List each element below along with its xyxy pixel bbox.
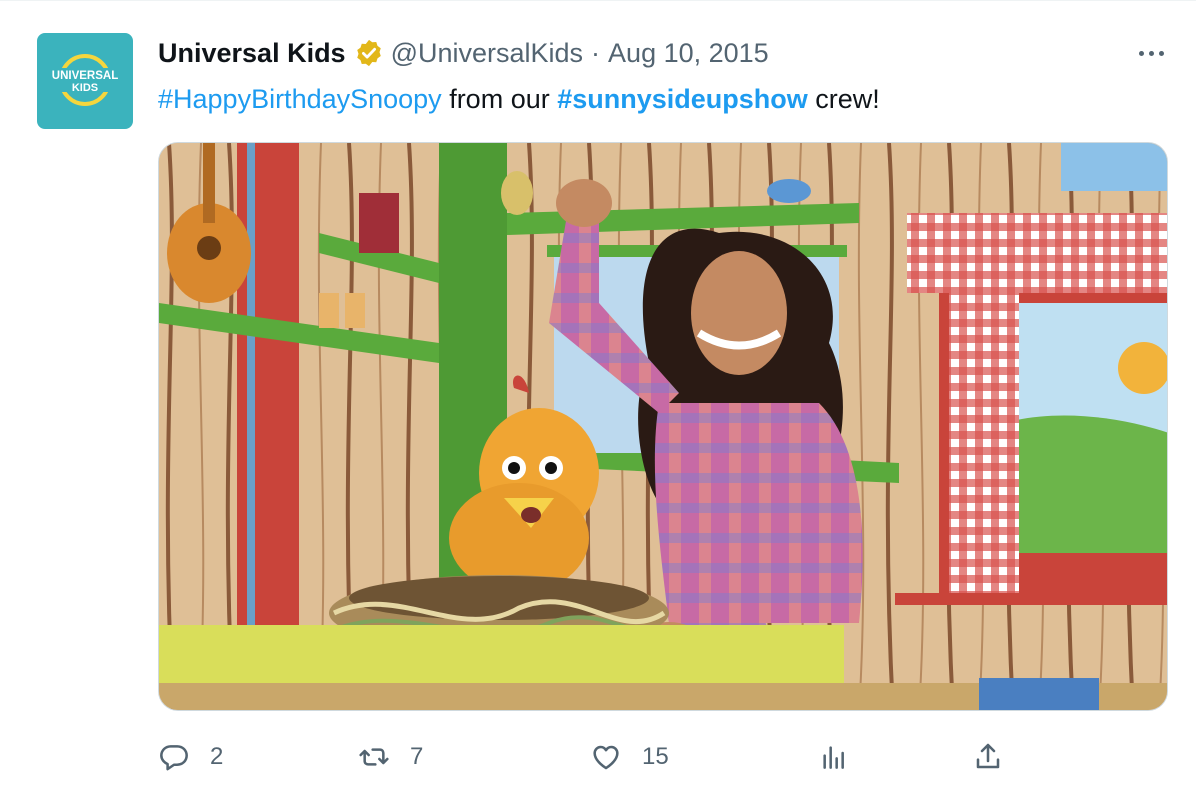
hashtag-link[interactable]: #HappyBirthdaySnoopy — [158, 84, 442, 114]
tweet-text-segment: from our — [441, 84, 558, 114]
author-name[interactable]: Universal Kids — [158, 38, 346, 69]
reply-button[interactable]: 2 — [158, 733, 223, 781]
like-button[interactable]: 15 — [590, 733, 669, 781]
reply-icon — [160, 745, 188, 771]
avatar-text-1: UNIVERSAL — [52, 70, 118, 82]
verified-icon[interactable] — [354, 38, 384, 68]
media-illustration — [159, 143, 1167, 710]
avatar[interactable]: UNIVERSAL KIDS — [37, 33, 133, 129]
like-icon — [593, 745, 619, 770]
tweet-actions: 2 7 15 — [158, 733, 1058, 781]
retweet-button[interactable]: 7 — [358, 733, 423, 781]
retweet-icon — [359, 748, 389, 766]
avatar-text-2: KIDS — [72, 82, 98, 94]
tweet-text-segment: crew! — [807, 84, 880, 114]
hashtag-link[interactable]: #sunnysideupshow — [557, 84, 808, 114]
share-button[interactable] — [972, 733, 1004, 781]
author-handle[interactable]: @UniversalKids — [391, 38, 583, 69]
tweet-media-image[interactable] — [158, 142, 1168, 711]
separator-dot: · — [591, 37, 601, 68]
tweet-header: Universal Kids @UniversalKids · Aug 10, … — [158, 35, 769, 71]
retweet-count: 7 — [410, 743, 424, 770]
tweet-text: #HappyBirthdaySnoopy from our #sunnyside… — [158, 81, 880, 117]
tweet[interactable]: UNIVERSAL KIDS Universal Kids @Universal… — [0, 0, 1196, 793]
views-button[interactable] — [818, 733, 850, 781]
views-icon — [823, 746, 844, 769]
more-icon[interactable] — [1131, 39, 1171, 67]
share-icon — [976, 743, 1000, 769]
universal-kids-logo: UNIVERSAL KIDS — [50, 54, 120, 106]
like-count: 15 — [642, 743, 669, 770]
reply-count: 2 — [210, 743, 224, 770]
tweet-date[interactable]: Aug 10, 2015 — [608, 38, 769, 69]
